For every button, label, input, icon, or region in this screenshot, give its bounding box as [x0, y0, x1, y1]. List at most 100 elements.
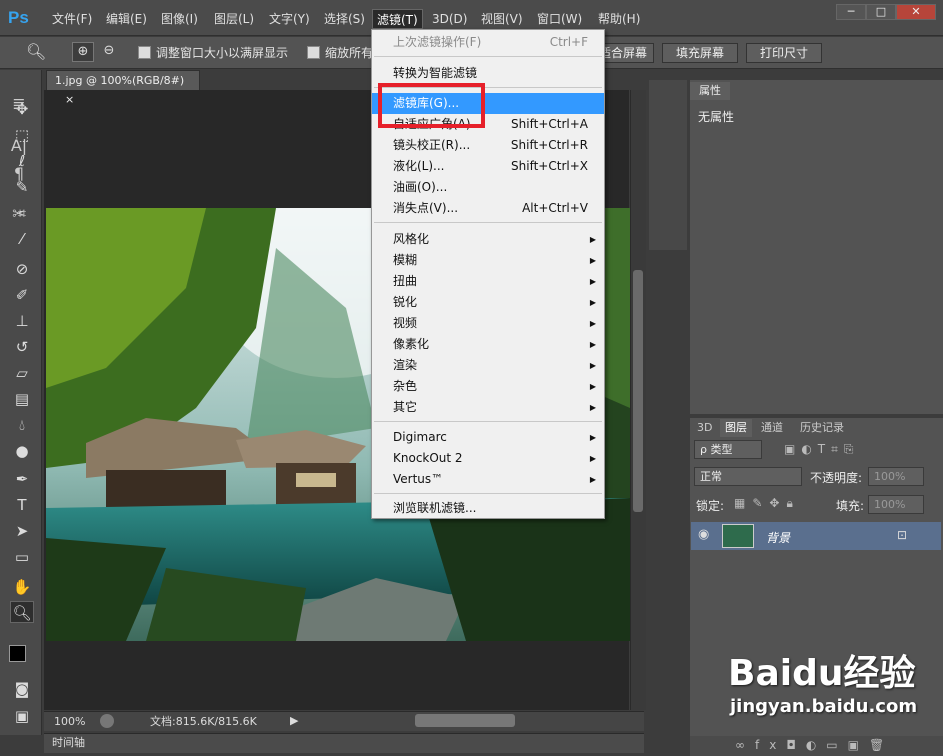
status-menu-arrow-icon[interactable]: ▶: [290, 712, 298, 730]
zoom-all-checkbox[interactable]: [307, 46, 320, 59]
paragraph-panel-icon[interactable]: ¶: [7, 162, 31, 186]
lock-icons[interactable]: ▦✎✥🔒︎: [734, 496, 800, 511]
close-tab-icon[interactable]: ×: [65, 93, 74, 106]
visibility-eye-icon[interactable]: ◉: [698, 527, 709, 542]
menu-type[interactable]: 文字(Y): [265, 9, 314, 29]
print-size-button[interactable]: 打印尺寸: [746, 43, 822, 63]
zoom-out-icon[interactable]: ⊖: [98, 42, 120, 62]
menu-item-video[interactable]: 视频 ▶: [372, 313, 604, 334]
menu-image[interactable]: 图像(I): [157, 9, 202, 29]
menu-select[interactable]: 选择(S): [320, 9, 369, 29]
tab-layers[interactable]: 图层: [720, 419, 752, 437]
history-brush-tool-icon[interactable]: ↺: [10, 336, 34, 358]
menu-item-browse-online[interactable]: 浏览联机滤镜...: [372, 498, 604, 519]
layer-filter-kind[interactable]: ρ 类型: [694, 440, 762, 459]
menu-layer[interactable]: 图层(L): [210, 9, 258, 29]
fill-screen-button[interactable]: 填充屏幕: [662, 43, 738, 63]
quick-mask-icon[interactable]: ◙: [10, 678, 34, 700]
timeline-panel[interactable]: 时间轴: [44, 733, 644, 753]
video-label: 视频: [393, 316, 418, 330]
maximize-button[interactable]: □: [866, 4, 896, 20]
menu-view[interactable]: 视图(V): [477, 9, 527, 29]
menu-separator: [374, 421, 602, 422]
zoom-tool-icon-selected[interactable]: 🔍︎: [10, 601, 34, 623]
layer-filter-icons[interactable]: ▣◐T⌗⎘: [784, 442, 860, 457]
horizontal-scroll-thumb[interactable]: [415, 714, 515, 727]
menu-item-knockout[interactable]: KnockOut 2 ▶: [372, 448, 604, 469]
watermark-url: jingyan.baidu.com: [730, 696, 918, 717]
vertical-scroll-thumb[interactable]: [633, 270, 643, 512]
menu-item-oil-paint[interactable]: 油画(O)...: [372, 177, 604, 198]
menu-window[interactable]: 窗口(W): [533, 9, 586, 29]
pixelate-label: 像素化: [393, 337, 430, 351]
menu-item-vanishing-point[interactable]: 消失点(V)... Alt+Ctrl+V: [372, 198, 604, 219]
opacity-input[interactable]: 100%: [868, 467, 924, 486]
eyedropper-tool-icon[interactable]: ⁄: [10, 228, 34, 250]
menu-file[interactable]: 文件(F): [48, 9, 96, 29]
resize-window-checkbox[interactable]: [138, 46, 151, 59]
clone-stamp-tool-icon[interactable]: ⊥: [10, 310, 34, 332]
zoom-tool-icon[interactable]: 🔍︎: [26, 42, 46, 61]
menu-item-smart-filter[interactable]: 转换为智能滤镜: [372, 63, 604, 84]
menu-item-blur[interactable]: 模糊 ▶: [372, 250, 604, 271]
menu-item-render[interactable]: 渲染 ▶: [372, 355, 604, 376]
blend-mode-select[interactable]: 正常: [694, 467, 802, 486]
lens-correction-shortcut: Shift+Ctrl+R: [510, 138, 588, 152]
gradient-tool-icon[interactable]: ▤: [10, 388, 34, 410]
type-tool-icon[interactable]: T: [10, 494, 34, 516]
hand-tool-icon[interactable]: ✋: [10, 576, 34, 598]
history-panel-icon[interactable]: ≣: [7, 92, 31, 116]
menu-item-digimarc[interactable]: Digimarc ▶: [372, 427, 604, 448]
menu-item-noise[interactable]: 杂色 ▶: [372, 376, 604, 397]
fill-input[interactable]: 100%: [868, 495, 924, 514]
menu-help[interactable]: 帮助(H): [594, 9, 644, 29]
dodge-tool-icon[interactable]: ●: [10, 440, 34, 462]
menu-item-other[interactable]: 其它 ▶: [372, 397, 604, 418]
menu-item-lens-correction[interactable]: 镜头校正(R)... Shift+Ctrl+R: [372, 135, 604, 156]
document-tab[interactable]: 1.jpg @ 100%(RGB/8#) ×: [46, 70, 200, 106]
menu-item-sharpen[interactable]: 锐化 ▶: [372, 292, 604, 313]
layer-name[interactable]: 背景: [766, 529, 790, 546]
menu-3d[interactable]: 3D(D): [428, 9, 471, 29]
shape-tool-icon[interactable]: ▭: [10, 546, 34, 568]
character-panel-icon[interactable]: A|: [7, 134, 31, 158]
timeline-label: 时间轴: [52, 736, 85, 749]
vertus-label: Vertus™: [393, 472, 444, 486]
menu-item-vertus[interactable]: Vertus™ ▶: [372, 469, 604, 490]
menu-filter[interactable]: 滤镜(T): [372, 9, 423, 29]
status-info-icon[interactable]: [100, 714, 114, 728]
tool-presets-icon[interactable]: ✂: [7, 202, 31, 226]
menu-item-liquify[interactable]: 液化(L)... Shift+Ctrl+X: [372, 156, 604, 177]
watermark-brand: Baidu经验: [728, 653, 916, 694]
pen-tool-icon[interactable]: ✒: [10, 468, 34, 490]
zoom-in-icon[interactable]: ⊕: [72, 42, 94, 62]
zoom-all-label: 缩放所有: [325, 46, 374, 60]
foreground-color-swatch[interactable]: [9, 645, 26, 662]
submenu-arrow-icon: ▶: [589, 475, 596, 484]
document-size-info: 文档:815.6K/815.6K: [150, 715, 257, 728]
submenu-arrow-icon: ▶: [589, 235, 596, 244]
path-selection-tool-icon[interactable]: ➤: [10, 520, 34, 542]
other-label: 其它: [393, 400, 418, 414]
healing-brush-tool-icon[interactable]: ⊘: [10, 258, 34, 280]
tab-channels[interactable]: 通道: [756, 419, 788, 437]
eraser-tool-icon[interactable]: ▱: [10, 362, 34, 384]
minimize-button[interactable]: ─: [836, 4, 866, 20]
menu-item-stylize[interactable]: 风格化 ▶: [372, 229, 604, 250]
zoom-level[interactable]: 100%: [54, 713, 85, 731]
brush-tool-icon[interactable]: ✐: [10, 284, 34, 306]
tab-3d[interactable]: 3D: [692, 419, 717, 437]
close-button[interactable]: ✕: [896, 4, 936, 20]
sharpen-label: 锐化: [393, 295, 418, 309]
menu-item-pixelate[interactable]: 像素化 ▶: [372, 334, 604, 355]
menu-item-distort[interactable]: 扭曲 ▶: [372, 271, 604, 292]
screen-mode-icon[interactable]: ▣: [10, 705, 34, 727]
tab-history[interactable]: 历史记录: [795, 419, 849, 437]
submenu-arrow-icon: ▶: [589, 340, 596, 349]
baidu-watermark: Baidu经验 jingyan.baidu.com: [728, 652, 943, 752]
submenu-arrow-icon: ▶: [589, 382, 596, 391]
menu-edit[interactable]: 编辑(E): [102, 9, 151, 29]
lock-label: 锁定:: [696, 499, 725, 513]
blur-tool-icon[interactable]: 💧︎: [10, 414, 34, 436]
properties-tab[interactable]: 属性: [690, 82, 730, 100]
